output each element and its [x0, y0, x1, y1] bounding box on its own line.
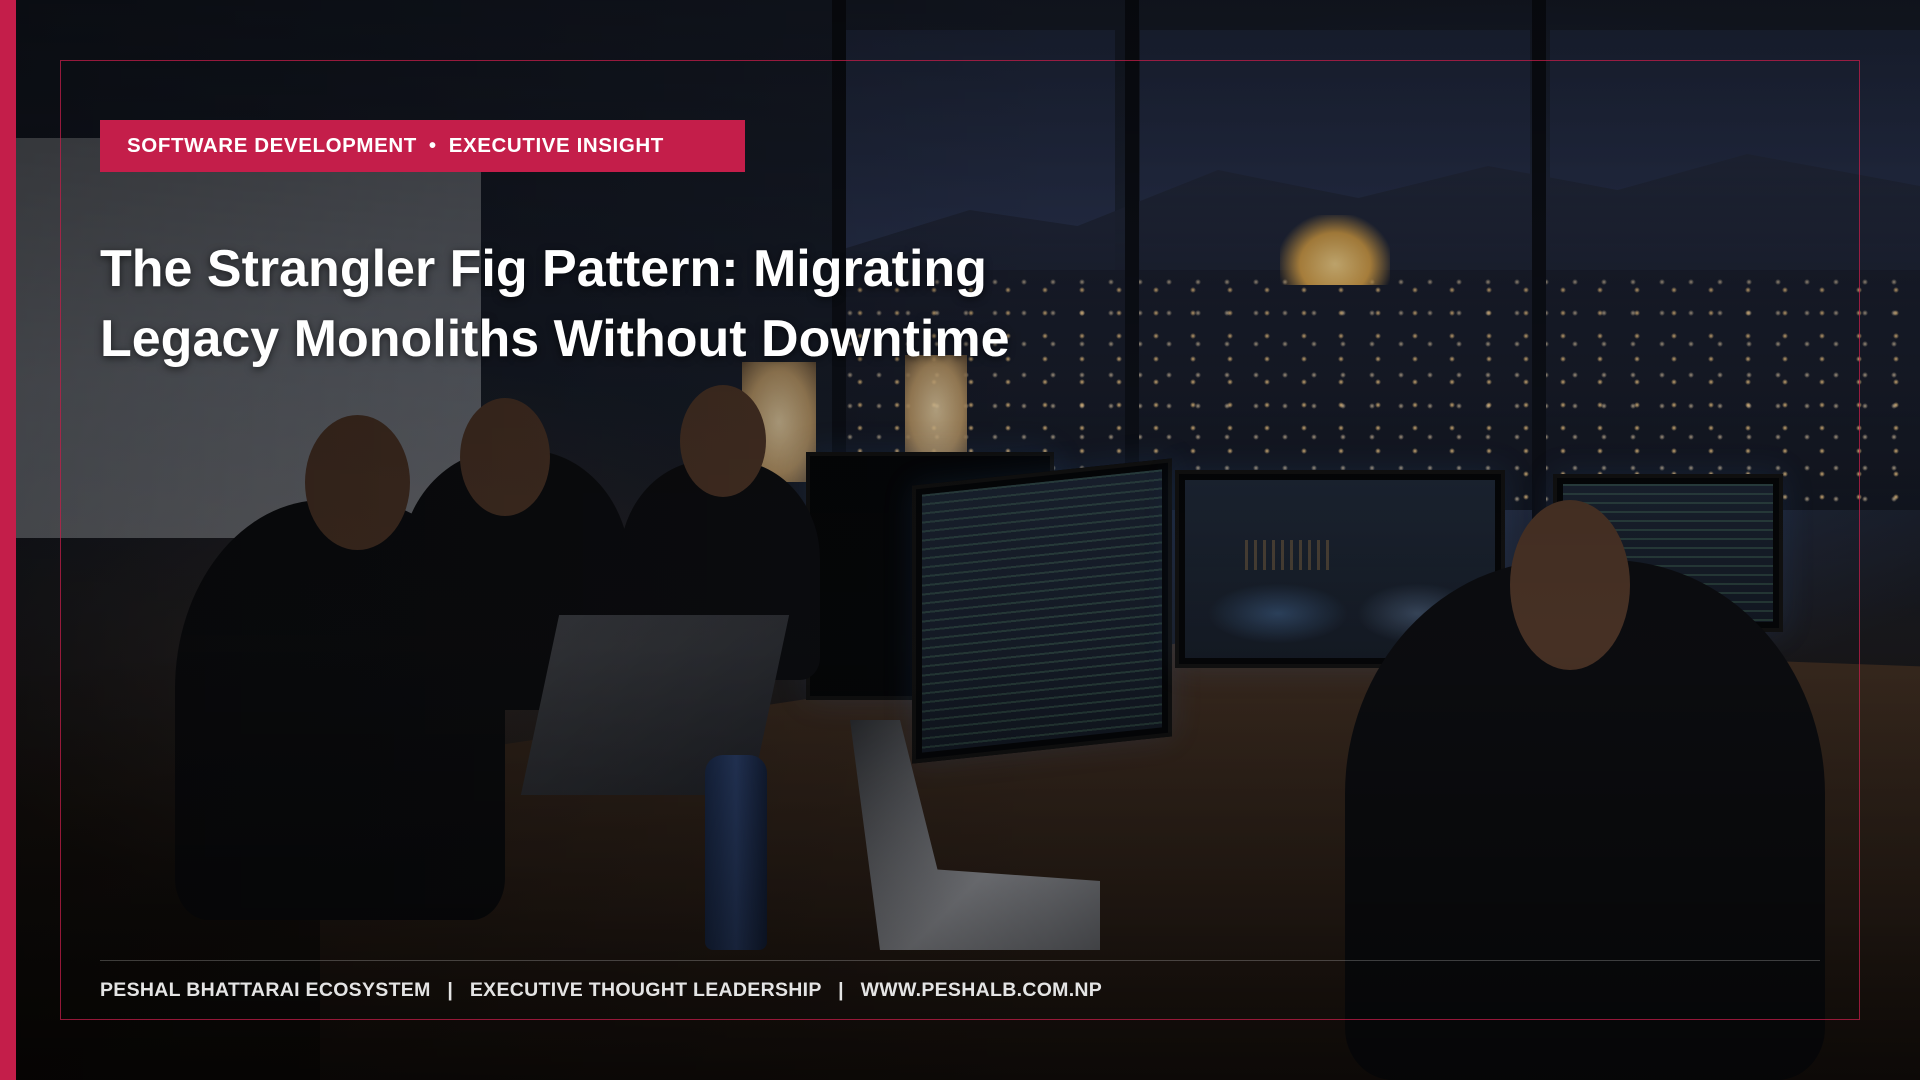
slide: SOFTWARE DEVELOPMENT • EXECUTIVE INSIGHT… — [0, 0, 1920, 1080]
footer-separator: | — [447, 979, 454, 1001]
article-headline: The Strangler Fig Pattern: Migrating Leg… — [100, 234, 1100, 374]
footer: PESHAL BHATTARAI ECOSYSTEM | EXECUTIVE T… — [100, 979, 1102, 1002]
headline-line-1: The Strangler Fig Pattern: Migrating — [100, 240, 987, 298]
accent-bar — [0, 0, 16, 1080]
footer-brand: PESHAL BHATTARAI ECOSYSTEM — [100, 979, 431, 1001]
headline-line-2: Legacy Monoliths Without Downtime — [100, 310, 1010, 368]
footer-separator: | — [838, 979, 844, 1001]
category-label: SOFTWARE DEVELOPMENT — [127, 134, 417, 157]
footer-url[interactable]: WWW.PESHALB.COM.NP — [861, 979, 1103, 1001]
category-badge: SOFTWARE DEVELOPMENT • EXECUTIVE INSIGHT — [100, 120, 745, 172]
inner-frame — [60, 60, 1860, 1020]
subcategory-label: EXECUTIVE INSIGHT — [448, 134, 664, 157]
footer-tagline: EXECUTIVE THOUGHT LEADERSHIP — [469, 979, 822, 1001]
footer-divider — [100, 960, 1820, 961]
badge-separator: • — [428, 134, 437, 157]
